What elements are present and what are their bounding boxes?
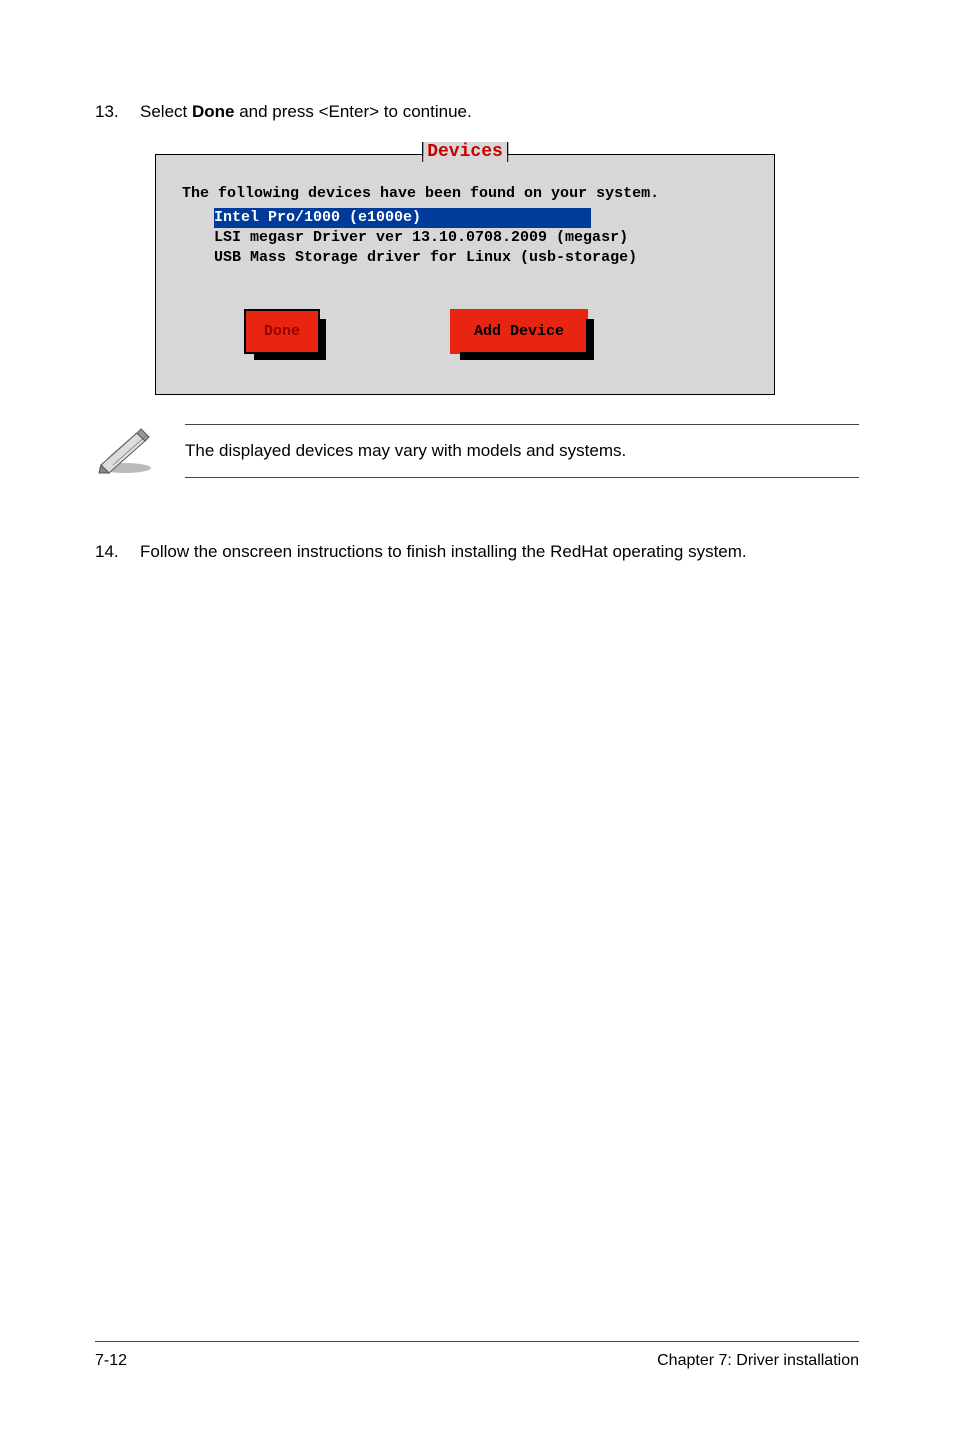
note-text: The displayed devices may vary with mode…	[185, 424, 859, 478]
step-13: 13. Select Done and press <Enter> to con…	[95, 100, 859, 124]
pencil-icon	[95, 423, 155, 480]
device-row-selected[interactable]: Intel Pro/1000 (e1000e)	[214, 208, 591, 228]
device-list[interactable]: Intel Pro/1000 (e1000e) LSI megasr Drive…	[214, 208, 756, 269]
dialog-intro-text: The following devices have been found on…	[182, 185, 756, 202]
step-13-pre: Select	[140, 102, 192, 121]
step-13-done-label: Done	[192, 102, 235, 121]
page-number: 7-12	[95, 1352, 127, 1370]
dialog-frame: Devices The following devices have been …	[155, 154, 775, 395]
device-row[interactable]: USB Mass Storage driver for Linux (usb-s…	[214, 248, 756, 268]
page-footer: 7-12 Chapter 7: Driver installation	[95, 1341, 859, 1370]
step-number: 14.	[95, 540, 140, 564]
step-number: 13.	[95, 100, 140, 124]
done-button[interactable]: Done	[244, 309, 320, 354]
add-device-button[interactable]: Add Device	[450, 309, 588, 354]
dialog-button-row: Done Add Device	[174, 309, 756, 354]
device-row[interactable]: LSI megasr Driver ver 13.10.0708.2009 (m…	[214, 228, 756, 248]
devices-dialog: Devices The following devices have been …	[155, 154, 775, 395]
step-text: Follow the onscreen instructions to fini…	[140, 540, 859, 564]
chapter-title: Chapter 7: Driver installation	[657, 1352, 859, 1370]
dialog-title: Devices	[422, 142, 508, 162]
step-text: Select Done and press <Enter> to continu…	[140, 100, 859, 124]
step-13-post: and press <Enter> to continue.	[234, 102, 471, 121]
step-14: 14. Follow the onscreen instructions to …	[95, 540, 859, 564]
note-row: The displayed devices may vary with mode…	[95, 423, 859, 480]
